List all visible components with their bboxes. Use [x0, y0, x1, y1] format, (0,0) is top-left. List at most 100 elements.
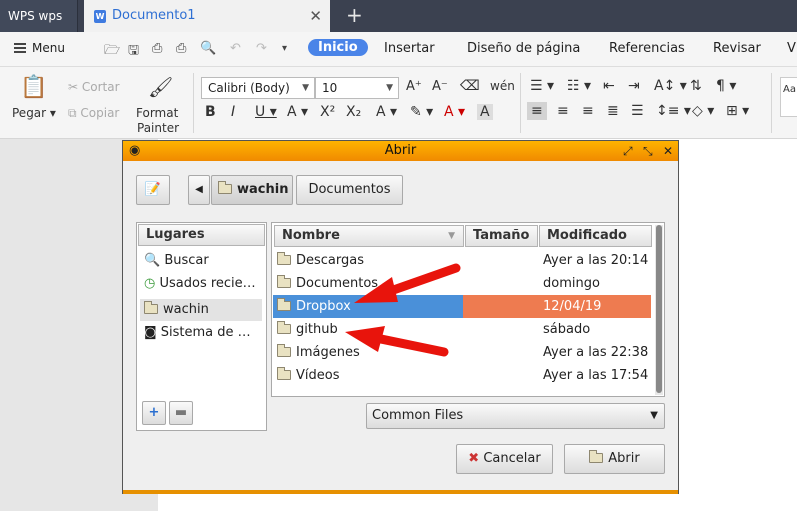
window-menu-icon[interactable]: ◉	[129, 141, 140, 161]
scrollbar-thumb[interactable]	[656, 225, 662, 393]
add-place-button[interactable]: +	[142, 401, 166, 425]
menu-button[interactable]: Menu	[14, 41, 65, 55]
hamburger-icon	[14, 43, 26, 53]
line-spacing-icon[interactable]: ↕≡ ▾	[656, 103, 691, 119]
bold-icon[interactable]: B	[205, 104, 216, 120]
distribute-icon[interactable]: ☰	[631, 103, 644, 119]
path-button-wachin[interactable]: wachin	[211, 175, 293, 205]
open-icon[interactable]: 🗁	[104, 41, 120, 63]
tab-insertar[interactable]: Insertar	[384, 41, 435, 56]
align-left-icon[interactable]: ≡	[527, 102, 547, 120]
strikethrough-icon[interactable]: A ▾	[287, 104, 308, 120]
text-direction-icon[interactable]: A↕ ▾	[654, 78, 687, 94]
open-button[interactable]: Abrir	[564, 444, 665, 474]
file-row[interactable]: Vídeos Ayer a las 17:54	[273, 364, 651, 387]
char-shading-icon[interactable]: A	[477, 104, 493, 120]
justify-icon[interactable]: ≣	[607, 103, 619, 119]
column-name-label: Nombre	[282, 228, 340, 243]
font-effects-icon[interactable]: A ▾	[376, 104, 397, 120]
show-marks-icon[interactable]: ¶ ▾	[716, 78, 736, 94]
column-modified[interactable]: Modificado	[539, 225, 652, 247]
maximize-icon[interactable]: ⤡	[643, 141, 653, 161]
close-icon[interactable]: ✕	[663, 141, 673, 161]
file-row[interactable]: Documentos domingo	[273, 272, 651, 295]
folder-icon	[277, 367, 291, 380]
file-name: github	[296, 322, 338, 337]
file-filter-select[interactable]: Common Files ▼	[366, 403, 665, 429]
minimize-icon[interactable]: ⤢	[623, 141, 633, 161]
tab-diseno[interactable]: Diseño de página	[467, 41, 580, 56]
align-right-icon[interactable]: ≡	[582, 103, 594, 119]
save-icon[interactable]: 🖫	[128, 41, 139, 63]
place-system[interactable]: ◙ Sistema de …	[140, 322, 262, 344]
highlight-icon[interactable]: ✎ ▾	[410, 104, 433, 120]
type-location-button[interactable]: 📝	[136, 175, 170, 205]
size-select[interactable]: 10 ▼	[315, 77, 399, 99]
place-wachin[interactable]: wachin	[140, 299, 262, 321]
phonetic-icon[interactable]: wén	[490, 79, 515, 93]
file-modified: Ayer a las 20:14	[543, 253, 649, 268]
indent-increase-icon[interactable]: ⇥	[628, 78, 640, 94]
column-name[interactable]: Nombre ▼	[274, 225, 464, 247]
tab-referencias[interactable]: Referencias	[609, 41, 685, 56]
format-painter-label1[interactable]: Format	[136, 106, 178, 120]
numbering-icon[interactable]: ☷ ▾	[567, 78, 591, 94]
tab-wps[interactable]: WPS wps	[0, 0, 78, 32]
subscript-icon[interactable]: X₂	[346, 104, 361, 120]
underline-icon[interactable]: U ▾	[255, 104, 277, 120]
cut-button[interactable]: ✂ Cortar	[68, 80, 120, 94]
clear-format-icon[interactable]: ⌫	[460, 78, 480, 94]
file-row[interactable]: github sábado	[273, 318, 651, 341]
file-row[interactable]: Imágenes Ayer a las 22:38	[273, 341, 651, 364]
bullets-icon[interactable]: ☰ ▾	[530, 78, 554, 94]
remove-place-button[interactable]: ▬	[169, 401, 193, 425]
places-panel: Lugares 🔍 Buscar ◷ Usados recie… wachin …	[136, 222, 267, 431]
file-row-selected[interactable]: Dropbox 12/04/19	[273, 295, 651, 318]
format-painter-label2[interactable]: Painter	[137, 121, 179, 135]
style-preview: Aa	[783, 84, 796, 95]
font-select[interactable]: Calibri (Body) ▼	[201, 77, 315, 99]
shrink-font-icon[interactable]: A⁻	[432, 79, 448, 94]
font-color-icon[interactable]: A ▾	[444, 104, 465, 120]
paste-button[interactable]: Pegar ▾	[12, 106, 56, 120]
clipboard-icon[interactable]: 📋	[20, 75, 47, 100]
print-preview-icon[interactable]: 🔍	[200, 41, 216, 56]
files-scrollbar[interactable]	[655, 225, 663, 395]
place-recent[interactable]: ◷ Usados recie…	[140, 273, 262, 295]
folder-icon	[589, 450, 604, 463]
indent-decrease-icon[interactable]: ⇤	[603, 78, 615, 94]
superscript-icon[interactable]: X²	[320, 104, 335, 120]
dialog-bottom-border	[123, 490, 678, 494]
place-buscar-label: Buscar	[164, 253, 209, 268]
export-icon[interactable]: ⎙	[152, 41, 162, 56]
file-modified: Ayer a las 22:38	[543, 345, 649, 360]
path-button-documentos[interactable]: Documentos	[296, 175, 403, 205]
brush-icon[interactable]: 🖌	[148, 75, 173, 99]
app-titlebar: WPS wps W Documento1 ✕ +	[0, 0, 797, 32]
column-size[interactable]: Tamaño	[465, 225, 538, 247]
align-center-icon[interactable]: ≡	[557, 103, 569, 119]
file-row[interactable]: Descargas Ayer a las 20:14	[273, 249, 651, 272]
print-icon[interactable]: ⎙	[176, 41, 186, 56]
place-buscar[interactable]: 🔍 Buscar	[140, 250, 262, 272]
new-tab-icon[interactable]: +	[346, 0, 363, 30]
style-gallery[interactable]: Aa	[780, 77, 797, 117]
tab-revisar[interactable]: Revisar	[713, 41, 761, 56]
redo-icon[interactable]: ↷	[256, 41, 267, 56]
shading-icon[interactable]: ◇ ▾	[692, 103, 714, 119]
path-back-button[interactable]: ◀	[188, 175, 210, 205]
borders-icon[interactable]: ⊞ ▾	[726, 103, 749, 119]
separator	[520, 73, 521, 133]
sort-icon[interactable]: ⇅	[690, 78, 702, 94]
places-header[interactable]: Lugares	[138, 224, 265, 246]
undo-icon[interactable]: ↶	[230, 41, 241, 56]
grow-font-icon[interactable]: A⁺	[406, 79, 422, 94]
tab-vista[interactable]: V	[787, 41, 796, 56]
italic-icon[interactable]: I	[231, 104, 235, 120]
tab-inicio[interactable]: Inicio	[308, 39, 368, 56]
close-tab-icon[interactable]: ✕	[309, 0, 322, 32]
customize-icon[interactable]: ▾	[282, 43, 287, 54]
copy-button[interactable]: ⧉ Copiar	[68, 106, 119, 121]
tab-document[interactable]: W Documento1 ✕	[84, 0, 330, 32]
cancel-button[interactable]: ✖ Cancelar	[456, 444, 553, 474]
